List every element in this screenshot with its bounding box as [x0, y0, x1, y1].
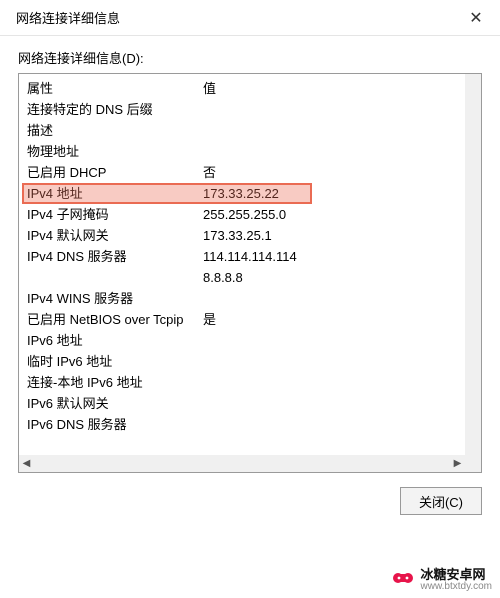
value-cell	[203, 330, 457, 351]
table-row[interactable]: 物理地址	[27, 141, 457, 162]
table-row[interactable]: IPv4 默认网关173.33.25.1	[27, 225, 457, 246]
scroll-right-icon[interactable]: ▶	[450, 456, 465, 471]
details-listbox[interactable]: 属性 值 连接特定的 DNS 后缀描述物理地址已启用 DHCP否IPv4 地址1…	[18, 73, 482, 473]
property-cell: 物理地址	[27, 141, 203, 162]
watermark-text: 冰糖安卓网	[421, 564, 493, 583]
property-cell: 连接特定的 DNS 后缀	[27, 99, 203, 120]
list-content: 属性 值 连接特定的 DNS 后缀描述物理地址已启用 DHCP否IPv4 地址1…	[19, 74, 465, 455]
value-cell: 是	[203, 309, 457, 330]
property-cell: IPv6 默认网关	[27, 393, 203, 414]
property-cell: 描述	[27, 120, 203, 141]
value-cell	[203, 351, 457, 372]
property-cell: IPv4 子网掩码	[27, 204, 203, 225]
watermark-logo-icon	[391, 566, 415, 590]
value-cell	[203, 120, 457, 141]
vertical-scrollbar[interactable]	[465, 74, 481, 455]
value-cell: 173.33.25.1	[203, 225, 457, 246]
details-label: 网络连接详细信息(D):	[18, 48, 482, 67]
header-property: 属性	[27, 78, 203, 99]
scroll-left-icon[interactable]: ◀	[19, 456, 34, 471]
table-row[interactable]: IPv4 DNS 服务器114.114.114.114	[27, 246, 457, 267]
header-value: 值	[203, 78, 457, 99]
property-cell: 连接-本地 IPv6 地址	[27, 372, 203, 393]
value-cell	[203, 372, 457, 393]
table-row[interactable]: 8.8.8.8	[27, 267, 457, 288]
property-cell: IPv4 WINS 服务器	[27, 288, 203, 309]
button-row: 关闭(C)	[0, 473, 500, 529]
table-row[interactable]: 连接特定的 DNS 后缀	[27, 99, 457, 120]
value-cell	[203, 393, 457, 414]
table-row[interactable]: IPv4 子网掩码255.255.255.0	[27, 204, 457, 225]
table-row[interactable]: IPv6 默认网关	[27, 393, 457, 414]
table-row[interactable]: IPv4 地址173.33.25.22	[27, 183, 457, 204]
property-cell: IPv4 地址	[27, 183, 203, 204]
value-cell: 173.33.25.22	[203, 183, 457, 204]
watermark: 冰糖安卓网 www.btxtdy.com	[391, 564, 493, 592]
table-row[interactable]: 连接-本地 IPv6 地址	[27, 372, 457, 393]
table-row[interactable]: 已启用 NetBIOS over Tcpip是	[27, 309, 457, 330]
value-cell	[203, 99, 457, 120]
property-cell	[27, 267, 203, 288]
titlebar: 网络连接详细信息 ✕	[0, 0, 500, 36]
table-row[interactable]: IPv6 地址	[27, 330, 457, 351]
property-cell: IPv6 DNS 服务器	[27, 414, 203, 435]
horizontal-scrollbar[interactable]: ◀ ▶	[19, 455, 465, 472]
value-cell	[203, 141, 457, 162]
property-cell: 临时 IPv6 地址	[27, 351, 203, 372]
value-cell: 114.114.114.114	[203, 246, 457, 267]
property-cell: IPv4 默认网关	[27, 225, 203, 246]
value-cell	[203, 288, 457, 309]
property-cell: 已启用 DHCP	[27, 162, 203, 183]
property-cell: IPv4 DNS 服务器	[27, 246, 203, 267]
table-row[interactable]: 已启用 DHCP否	[27, 162, 457, 183]
table-row[interactable]: IPv6 DNS 服务器	[27, 414, 457, 435]
property-cell: IPv6 地址	[27, 330, 203, 351]
table-row[interactable]: 临时 IPv6 地址	[27, 351, 457, 372]
close-button[interactable]: 关闭(C)	[400, 487, 482, 515]
value-cell: 255.255.255.0	[203, 204, 457, 225]
close-icon[interactable]: ✕	[464, 6, 488, 30]
table-row[interactable]: 描述	[27, 120, 457, 141]
value-cell: 8.8.8.8	[203, 267, 457, 288]
property-cell: 已启用 NetBIOS over Tcpip	[27, 309, 203, 330]
window-title: 网络连接详细信息	[16, 8, 120, 27]
value-cell	[203, 414, 457, 435]
scrollbar-corner	[465, 455, 481, 472]
watermark-url: www.btxtdy.com	[421, 581, 493, 592]
table-row[interactable]: IPv4 WINS 服务器	[27, 288, 457, 309]
dialog-body: 网络连接详细信息(D): 属性 值 连接特定的 DNS 后缀描述物理地址已启用 …	[0, 36, 500, 473]
value-cell: 否	[203, 162, 457, 183]
column-headers: 属性 值	[27, 78, 457, 99]
